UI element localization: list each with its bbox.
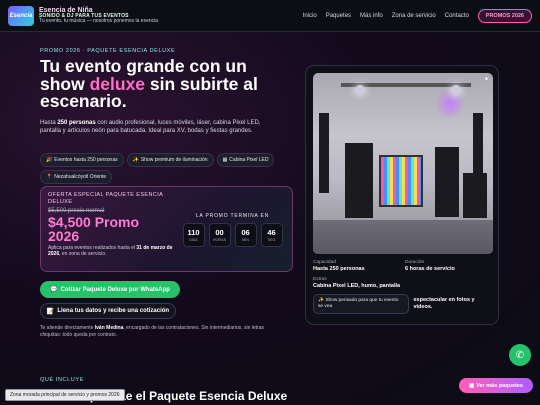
- note-post: , en zona de servicio.: [59, 251, 107, 258]
- countdown-unit: SEG: [267, 238, 276, 242]
- more-packages-label: Ver más paquetes: [476, 382, 523, 389]
- chip-cabina: ▦ Cabina Pixel LED: [216, 153, 275, 167]
- chip-label: Cabina Pixel LED: [229, 157, 269, 163]
- countdown: LA PROMO TERMINA EN 110 DÍAS 00 HORAS 06 MI…: [180, 213, 285, 247]
- form-icon: 📝: [46, 308, 55, 315]
- light-glow: [435, 89, 465, 119]
- phone-icon: ✆: [515, 349, 525, 361]
- speaker-right: [435, 147, 459, 217]
- brand-tagline: Tu evento, tu música — nosotros ponemos …: [39, 18, 159, 25]
- chip-ubicacion: 📍 Nezahualcóyotl Oriente: [40, 170, 113, 184]
- countdown-days: 110 DÍAS: [182, 223, 205, 247]
- spec-extras: Extras Cabina Pixel LED, humo, pantalla: [313, 277, 493, 289]
- spec-label: Capacidad: [313, 260, 336, 265]
- moving-light: [355, 85, 365, 95]
- promos-button[interactable]: PROMOS 2026: [477, 8, 532, 23]
- countdown-unit: DÍAS: [189, 238, 198, 242]
- sparkle-icon: ✨: [132, 157, 139, 163]
- subwoofer: [463, 173, 487, 218]
- speaker-left: [345, 143, 373, 218]
- moving-light: [451, 85, 461, 95]
- countdown-number: 46: [267, 228, 276, 237]
- spec-duracion: Duración 6 horas de servicio: [405, 260, 493, 272]
- spec-value: 6 horas de servicio: [405, 266, 455, 272]
- pin-icon: 📍: [46, 174, 53, 180]
- countdown-unit: HORAS: [212, 238, 227, 242]
- promo-card: OFERTA ESPECIAL PAQUETE ESENCIA DELUXE $…: [40, 186, 293, 272]
- main-nav: Inicio Paquetes Más info Zona de servici…: [303, 8, 532, 23]
- hero-eyebrow: PROMO 2026 · PAQUETE ESENCIA DELUXE: [40, 48, 176, 54]
- show-chip-label: Show pensado para que tu evento se vea: [318, 298, 399, 310]
- speaker-stand: [319, 113, 329, 193]
- countdown-hours: 00 HORAS: [208, 223, 231, 247]
- countdown-number: 110: [187, 228, 200, 237]
- lead-pre: Hasta: [40, 120, 58, 126]
- brand-logo[interactable]: Esencia: [8, 5, 34, 26]
- promo-price: $4,500 Promo 2026: [48, 213, 140, 244]
- whatsapp-label: Cotizar Paquete Deluxe por WhatsApp: [60, 286, 170, 293]
- hero-title: Tu evento grande con un show deluxe sin …: [40, 57, 290, 111]
- spec-value: Cabina Pixel LED, humo, pantalla: [313, 283, 401, 289]
- nav-inicio[interactable]: Inicio: [303, 13, 317, 19]
- countdown-number: 06: [241, 228, 250, 237]
- promo-label: OFERTA ESPECIAL PAQUETE ESENCIA DELUXE: [48, 192, 163, 205]
- pixel-led-booth: [379, 155, 423, 207]
- nav-zona-servicio[interactable]: Zona de servicio: [392, 13, 436, 19]
- show-text: espectacular en fotos y videos.: [413, 297, 475, 311]
- spec-capacidad: Capacidad Hasta 250 personas: [313, 260, 405, 272]
- section-eyebrow: QUÉ INCLUYE: [40, 377, 84, 383]
- chip-show: ✨ Show premium de iluminación: [126, 153, 214, 167]
- chip-label: Nezahualcóyotl Oriente: [54, 174, 107, 180]
- tooltip: Zona morada principal de servicio y prom…: [5, 389, 125, 401]
- countdown-seconds: 46 SEG: [260, 223, 283, 247]
- floor: [313, 220, 493, 254]
- form-label: Llena tus datos y recibe una cotización: [57, 308, 170, 314]
- chat-icon: 💬: [50, 287, 58, 293]
- spec-value: Hasta 250 personas: [313, 266, 365, 272]
- nav-paquetes[interactable]: Paquetes: [326, 13, 351, 19]
- hero-lead: Hasta 250 personas con audio profesional…: [40, 119, 270, 135]
- lead-bold: 250 personas: [57, 120, 96, 126]
- quote-form-button[interactable]: 📝 Llena tus datos y recibe una cotización: [40, 303, 176, 319]
- package-specs: Capacidad Hasta 250 personas Duración 6 ho…: [313, 260, 491, 289]
- countdown-minutes: 06 MIN: [234, 223, 257, 247]
- feature-chips: 🎉 Eventos hasta 250 personas ✨ Show premiu…: [40, 153, 295, 184]
- package-photo: ✦: [313, 73, 493, 254]
- countdown-title: LA PROMO TERMINA EN: [195, 213, 270, 219]
- sparkle-icon: ✦: [483, 77, 489, 83]
- show-row: ✨ Show pensado para que tu evento se vea…: [313, 294, 491, 315]
- promo-note: Aplica para eventos realizados hasta el …: [48, 245, 173, 258]
- contact-name: Iván Medina: [94, 325, 124, 331]
- spec-label: Duración: [405, 260, 425, 265]
- chip-label: Eventos hasta 250 personas: [54, 157, 118, 163]
- brand-block: Esencia de Niña SONIDO & DJ PARA TUS EVE…: [39, 7, 158, 25]
- countdown-number: 00: [215, 228, 224, 237]
- package-photo-card: ✦ Capacidad Hasta 250 personas Duración 6 …: [305, 65, 499, 325]
- nav-contacto[interactable]: Contacto: [445, 13, 469, 19]
- chip-label: Show premium de iluminación: [140, 157, 208, 163]
- more-packages-button[interactable]: ▦ Ver más paquetes: [459, 378, 533, 393]
- chip-eventos: 🎉 Eventos hasta 250 personas: [40, 153, 124, 167]
- show-chip: ✨ Show pensado para que tu evento se vea: [313, 294, 410, 315]
- grid-icon: ▦: [469, 382, 475, 389]
- contact-note: Te atiende directamente Iván Medina, enc…: [40, 325, 265, 339]
- contact-pre: Te atiende directamente: [40, 325, 95, 331]
- whatsapp-float-button[interactable]: ✆: [509, 344, 531, 366]
- whatsapp-quote-button[interactable]: 💬 Cotizar Paquete Deluxe por WhatsApp: [40, 281, 180, 298]
- note-pre: Aplica para eventos realizados hasta el: [48, 244, 137, 251]
- spec-label: Extras: [313, 277, 327, 282]
- grid-icon: ▦: [222, 157, 228, 163]
- site-header: Esencia Esencia de Niña SONIDO & DJ PARA…: [0, 0, 540, 32]
- countdown-unit: MIN: [242, 238, 249, 242]
- party-icon: 🎉: [46, 157, 53, 163]
- nav-mas-info[interactable]: Más info: [360, 13, 383, 19]
